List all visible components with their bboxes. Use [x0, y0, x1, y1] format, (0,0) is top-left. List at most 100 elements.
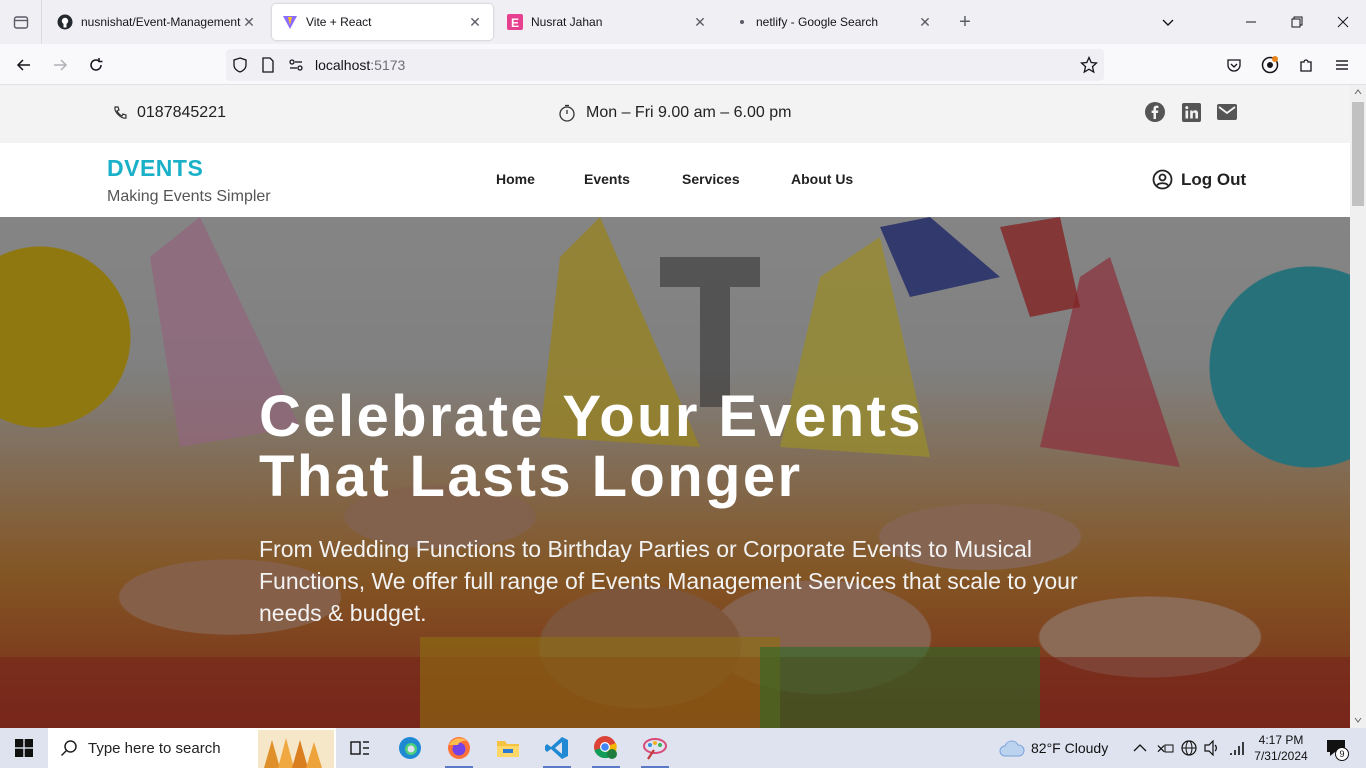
taskbar: Type here to search 82°F Cloudy ✕ 4:17 P…: [0, 728, 1366, 768]
minimize-icon: [1246, 21, 1256, 23]
volume-icon[interactable]: [1202, 738, 1222, 758]
facebook-icon[interactable]: [1144, 101, 1166, 123]
github-icon: [57, 14, 73, 30]
brand-logo[interactable]: DVENTS: [107, 155, 203, 182]
close-icon[interactable]: ✕: [241, 14, 257, 30]
scroll-down-icon[interactable]: [1354, 717, 1362, 723]
url-text[interactable]: localhost:5173: [315, 57, 405, 73]
logout-label: Log Out: [1181, 169, 1247, 189]
tab-vite-react[interactable]: Vite + React ✕: [272, 4, 493, 40]
url-port: :5173: [370, 57, 406, 73]
page-scrollbar[interactable]: [1350, 85, 1366, 728]
wifi-icon[interactable]: [1227, 738, 1247, 758]
page-icon[interactable]: [260, 57, 276, 78]
search-icon: [60, 740, 77, 757]
tab-title: Nusrat Jahan: [531, 15, 603, 29]
url-bar[interactable]: localhost:5173: [226, 49, 1104, 81]
restore-icon: [1291, 16, 1303, 28]
cloud-icon[interactable]: [999, 738, 1025, 758]
hamburger-icon: [1336, 60, 1348, 70]
chrome-icon: [594, 736, 617, 759]
tab-list-button[interactable]: [0, 0, 42, 44]
start-button[interactable]: [0, 728, 48, 768]
scroll-thumb[interactable]: [1352, 102, 1364, 206]
new-tab-button[interactable]: +: [954, 11, 976, 33]
forward-button[interactable]: [45, 50, 75, 80]
e-letter-icon: E: [507, 14, 523, 30]
tab-nusrat-jahan[interactable]: E Nusrat Jahan ✕: [497, 4, 718, 40]
permissions-icon[interactable]: [288, 57, 304, 78]
tab-netlify-search[interactable]: netlify - Google Search ✕: [722, 4, 943, 40]
back-button[interactable]: [9, 50, 39, 80]
nav-home[interactable]: Home: [496, 171, 535, 187]
browser-toolbar: localhost:5173: [0, 44, 1366, 85]
bookmark-star-icon[interactable]: [1079, 55, 1099, 79]
task-view-button[interactable]: [336, 728, 384, 768]
reload-button[interactable]: [81, 50, 111, 80]
pocket-button[interactable]: [1219, 50, 1249, 80]
close-icon[interactable]: ✕: [917, 14, 933, 30]
browser-tab-bar: nusnishat/Event-Management ✕ Vite + Reac…: [0, 0, 1366, 44]
tab-title: Vite + React: [306, 15, 372, 29]
list-all-tabs-button[interactable]: [1145, 0, 1191, 44]
chrome-app[interactable]: [582, 728, 630, 768]
close-icon[interactable]: ✕: [692, 14, 708, 30]
phone-contact: 0187845221: [113, 104, 226, 122]
taskbar-search[interactable]: Type here to search: [48, 728, 336, 768]
paint-app[interactable]: [631, 728, 679, 768]
chevron-up-icon[interactable]: [1130, 738, 1150, 758]
phone-icon: [114, 106, 127, 119]
url-host: localhost: [315, 57, 371, 73]
notification-count: 9: [1335, 747, 1349, 761]
email-icon[interactable]: [1216, 101, 1238, 123]
tab-github[interactable]: nusnishat/Event-Management ✕: [47, 4, 267, 40]
search-placeholder: Type here to search: [88, 739, 221, 757]
close-window-button[interactable]: [1320, 0, 1366, 44]
hero-title-line-2: That Lasts Longer: [259, 444, 803, 509]
hero-title: Celebrate Your Events That Lasts Longer: [259, 387, 923, 507]
menu-button[interactable]: [1327, 50, 1357, 80]
firefox-app[interactable]: [435, 728, 483, 768]
nav-about-us[interactable]: About Us: [791, 171, 853, 187]
brand-tagline: Making Events Simpler: [107, 188, 271, 205]
svg-text:E: E: [511, 16, 519, 30]
tab-title: netlify - Google Search: [756, 15, 879, 29]
extensions-button[interactable]: [1291, 50, 1321, 80]
minimize-button[interactable]: [1228, 0, 1274, 44]
weather-text[interactable]: 82°F Cloudy: [1031, 740, 1108, 756]
scroll-up-icon[interactable]: [1354, 89, 1362, 95]
network-globe-icon[interactable]: [1179, 738, 1199, 758]
shield-icon[interactable]: [232, 57, 248, 78]
nav-services[interactable]: Services: [682, 171, 740, 187]
clock-icon: [559, 104, 575, 122]
linkedin-icon[interactable]: [1180, 101, 1202, 123]
tab-title: nusnishat/Event-Management: [81, 15, 241, 29]
edge-app[interactable]: [386, 728, 434, 768]
keyboard-language-icon[interactable]: ✕: [1155, 738, 1175, 758]
tab-list-icon: [13, 16, 28, 29]
reload-icon: [90, 58, 103, 71]
page-viewport: 0187845221 Mon – Fri 9.00 am – 6.00 pm D…: [0, 85, 1350, 728]
business-hours: Mon – Fri 9.00 am – 6.00 pm: [586, 104, 792, 121]
file-explorer-app[interactable]: [484, 728, 532, 768]
notification-center-button[interactable]: 9: [1322, 738, 1350, 761]
clock-date: 7/31/2024: [1254, 749, 1308, 763]
vscode-app[interactable]: [533, 728, 581, 768]
folder-icon: [497, 741, 519, 757]
restore-button[interactable]: [1274, 0, 1320, 44]
nav-events[interactable]: Events: [584, 171, 630, 187]
dot-icon: [732, 14, 748, 30]
hero-description: From Wedding Functions to Birthday Parti…: [259, 536, 1078, 626]
phone-number: 0187845221: [137, 104, 226, 121]
account-button[interactable]: [1255, 50, 1285, 80]
firefox-icon: [448, 737, 470, 759]
chevron-down-icon: [1162, 19, 1174, 26]
clock-time: 4:17 PM: [1258, 733, 1304, 747]
site-header: DVENTS Making Events Simpler Home Events…: [0, 143, 1350, 217]
system-clock[interactable]: 4:17 PM 7/31/2024: [1250, 732, 1312, 764]
hours-contact: Mon – Fri 9.00 am – 6.00 pm: [558, 104, 791, 122]
puzzle-icon: [1300, 59, 1312, 72]
windows-icon: [15, 739, 33, 757]
close-icon[interactable]: ✕: [467, 14, 483, 30]
logout-button[interactable]: Log Out: [1152, 169, 1246, 190]
